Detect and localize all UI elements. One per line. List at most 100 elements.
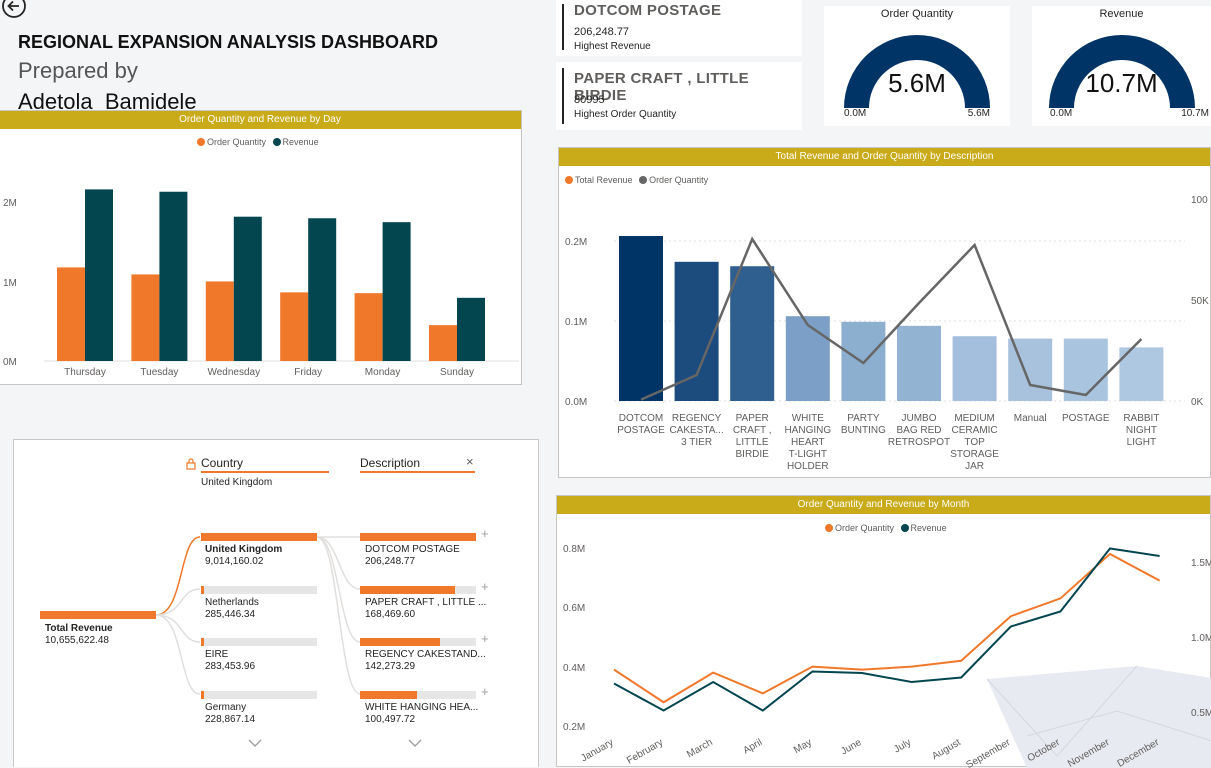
x-tick: April <box>741 737 764 757</box>
x-tick: REGENCY CAKESTA... 3 TIER <box>669 413 723 448</box>
bar-order-quantity <box>280 292 309 361</box>
gauge-value: 10.7M <box>1085 68 1158 98</box>
bar-revenue <box>159 191 188 361</box>
description-bar[interactable] <box>360 585 476 594</box>
x-tick: March <box>685 737 715 760</box>
x-tick: September <box>964 737 1012 768</box>
expand-plus-icon[interactable]: + <box>481 526 489 541</box>
bar-total-revenue <box>619 236 663 401</box>
prepared-by-label: Prepared by <box>18 58 138 83</box>
gauge-value: 5.6M <box>888 68 946 98</box>
chart-by-month[interactable]: Order Quantity and Revenue by Month Orde… <box>556 495 1211 768</box>
gauge-max: 5.6M <box>967 108 990 119</box>
kpi-label: Highest Order Quantity <box>574 109 677 120</box>
country-node: United Kingdom 9,014,160.02 <box>205 544 283 567</box>
x-tick: Thursday <box>64 367 106 378</box>
kpi-value: 80995 <box>574 94 605 106</box>
x-tick: Monday <box>365 367 401 378</box>
chart-by-day-plot: 2M 1M 0M Thursday Tuesday Wednesday Friday M… <box>3 189 519 378</box>
y-tick: 1M <box>3 278 17 289</box>
y-tick-left: 0.1M <box>565 317 587 328</box>
x-tick: Tuesday <box>140 367 178 378</box>
y-tick-right: 1.0M <box>1191 633 1211 644</box>
bar-revenue <box>308 218 337 361</box>
x-tick: PARTY BUNTING <box>841 413 886 436</box>
country-bar[interactable] <box>201 533 317 541</box>
chart-by-description[interactable]: Total Revenue and Order Quantity by Desc… <box>558 147 1211 478</box>
y-tick: 2M <box>3 198 17 209</box>
chevron-down-icon[interactable] <box>408 736 422 750</box>
back-arrow-icon[interactable] <box>0 0 28 20</box>
bar-revenue <box>233 216 262 361</box>
y-tick: 0M <box>3 357 17 368</box>
bar-total-revenue <box>785 316 830 401</box>
x-tick: May <box>792 737 814 756</box>
y-tick-right: 0K <box>1191 397 1204 408</box>
bar-order-quantity <box>205 281 234 361</box>
x-tick: JUMBO BAG RED RETROSPOT <box>888 413 950 448</box>
dashboard-title: REGIONAL EXPANSION ANALYSIS DASHBOARD <box>18 32 439 52</box>
description-bar[interactable] <box>360 690 476 699</box>
kpi-card-highest-order-quantity: PAPER CRAFT , LITTLE BIRDIE 80995 Highes… <box>556 62 802 130</box>
x-tick: Manual <box>1014 413 1047 424</box>
x-tick: Wednesday <box>207 367 260 378</box>
y-tick-left: 0.4M <box>563 663 585 674</box>
root-node: Total Revenue 10,655,622.48 <box>45 623 113 646</box>
kpi-title: DOTCOM POSTAGE <box>574 2 722 19</box>
bar-revenue <box>85 189 113 361</box>
x-tick: WHITE HANGING HEART T-LIGHT HOLDER <box>784 413 831 472</box>
country-node: EIRE 283,453.96 <box>205 649 256 672</box>
y-tick-left: 0.8M <box>563 544 585 555</box>
x-tick: February <box>625 737 665 767</box>
expand-plus-icon[interactable]: + <box>481 579 489 594</box>
y-tick-left: 0.0M <box>565 397 587 408</box>
expand-plus-icon[interactable]: + <box>481 631 489 646</box>
gauge-revenue[interactable]: Revenue 10.7M 0.0M 10.7M <box>1032 6 1211 126</box>
description-node: WHITE HANGING HEA... 100,497.72 <box>365 701 479 725</box>
kpi-label: Highest Revenue <box>574 41 651 52</box>
x-tick: MEDIUM CERAMIC TOP STORAGE JAR <box>950 413 999 472</box>
chart-by-day[interactable]: Order Quantity and Revenue by Day Order … <box>0 110 522 385</box>
y-tick-right: 1.5M <box>1191 558 1211 569</box>
bar-order-quantity <box>57 267 85 361</box>
gauge-min: 0.0M <box>1050 108 1073 119</box>
x-tick: August <box>930 737 963 762</box>
x-tick: RABBIT NIGHT LIGHT <box>1123 413 1159 448</box>
bar-order-quantity <box>429 325 457 361</box>
chevron-down-icon[interactable] <box>248 736 262 750</box>
description-node: PAPER CRAFT , LITTLE ... 168,469.60 <box>365 596 487 620</box>
description-bar[interactable] <box>360 533 476 541</box>
decomposition-tree[interactable]: Country United Kingdom Description × Tot… <box>13 439 539 767</box>
country-bar[interactable] <box>201 585 317 594</box>
bar-total-revenue <box>952 336 997 401</box>
bar-total-revenue <box>674 261 719 401</box>
x-tick: POSTAGE <box>1062 413 1110 424</box>
y-tick-left: 0.2M <box>563 722 585 733</box>
country-node: Netherlands 285,446.34 <box>205 596 259 620</box>
bar-order-quantity <box>354 293 383 361</box>
gauge-order-quantity[interactable]: Order Quantity 5.6M 0.0M 5.6M <box>824 6 1010 126</box>
expand-plus-icon[interactable]: + <box>481 684 489 699</box>
kpi-value: 206,248.77 <box>574 26 630 38</box>
bar-total-revenue <box>730 266 775 401</box>
bar-revenue <box>382 222 411 361</box>
gauge-max: 10.7M <box>1181 108 1209 119</box>
y-tick-right: 100 <box>1191 195 1208 206</box>
root-bar[interactable] <box>40 611 156 619</box>
chart-by-description-plot: 0.2M 0.1M 0.0M 100 50K 0K DOTCOM POSTAGER… <box>565 195 1209 472</box>
country-bar[interactable] <box>201 638 317 646</box>
y-tick-right: 0.5M <box>1191 708 1211 719</box>
country-node: Germany 228,867.14 <box>205 701 256 725</box>
description-node: REGENCY CAKESTAND... 142,273.29 <box>365 649 486 672</box>
description-bar[interactable] <box>360 638 476 646</box>
kpi-title: PAPER CRAFT , LITTLE BIRDIE <box>574 70 749 104</box>
country-bar[interactable] <box>201 690 317 699</box>
kpi-card-highest-revenue: DOTCOM POSTAGE 206,248.77 Highest Revenu… <box>556 0 802 56</box>
gauge-min: 0.0M <box>844 108 867 119</box>
bar-revenue <box>457 297 485 361</box>
description-node: DOTCOM POSTAGE 206,248.77 <box>365 544 460 567</box>
x-tick: Friday <box>294 367 322 378</box>
bar-order-quantity <box>131 274 160 361</box>
x-tick: PAPER CRAFT , LITTLE BIRDIE <box>733 413 772 460</box>
x-tick: July <box>892 737 913 755</box>
